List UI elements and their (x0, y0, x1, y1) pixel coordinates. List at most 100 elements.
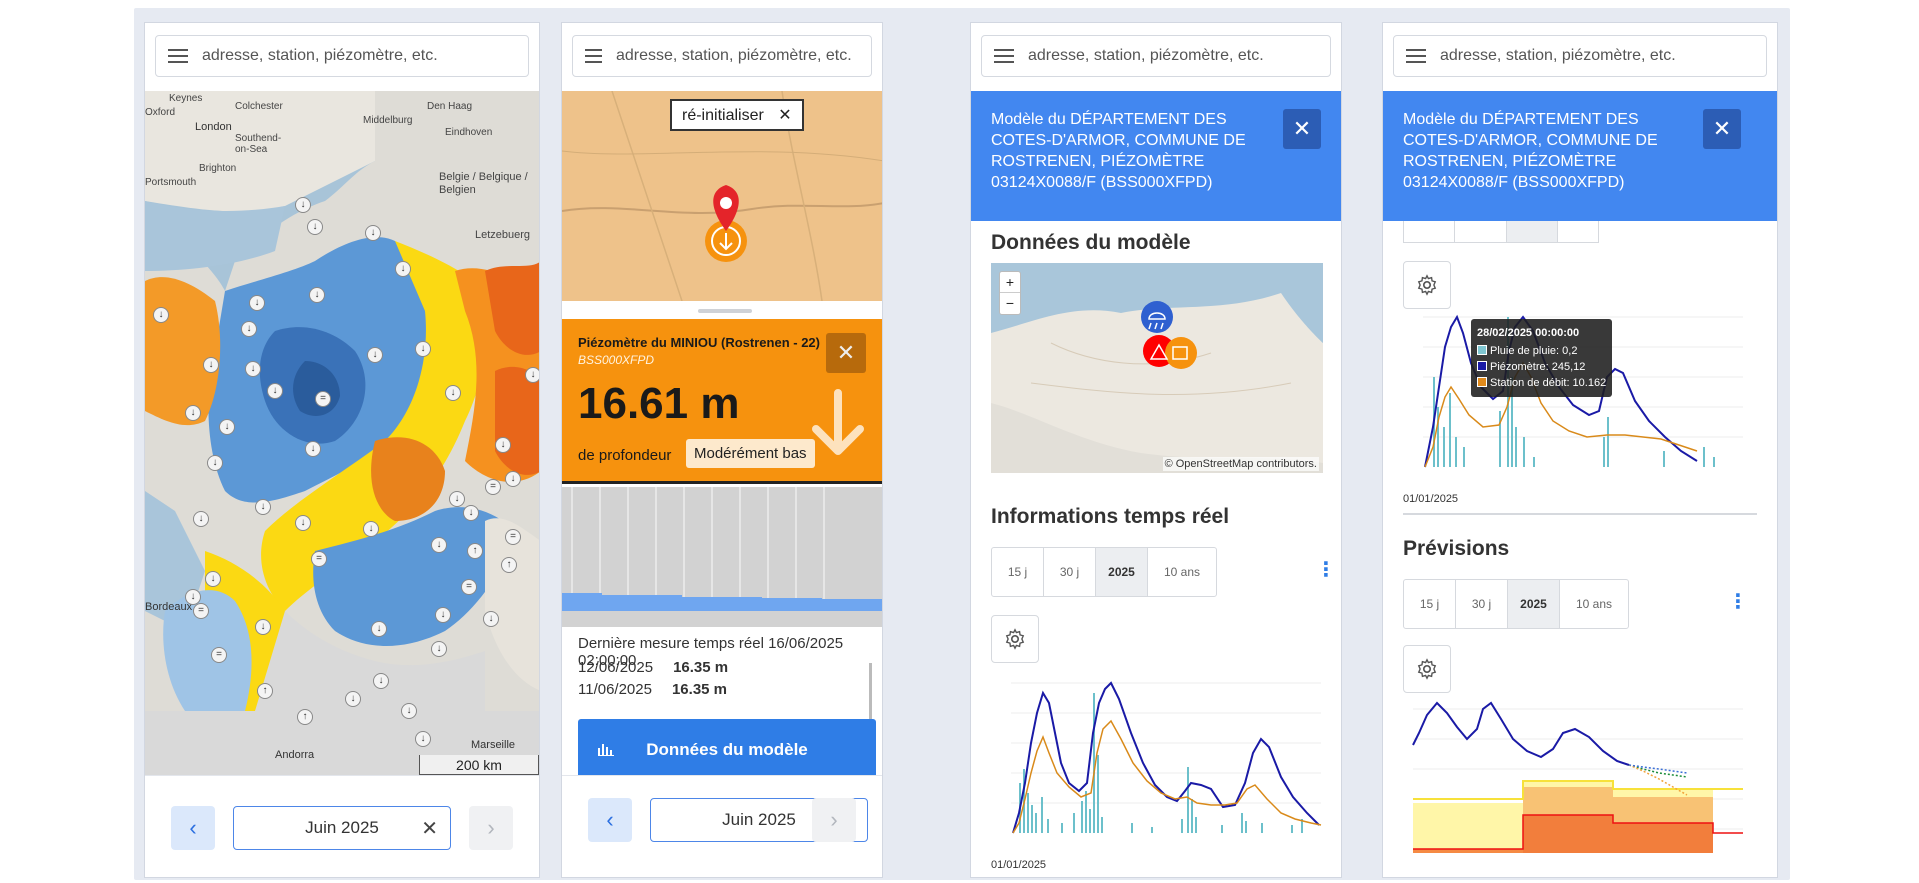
tooltip-row: Station de débit: 10.162 (1477, 375, 1606, 391)
range-15j[interactable]: 15 j (1404, 580, 1456, 628)
previous-month-button[interactable]: ‹ (171, 806, 215, 850)
more-options-icon[interactable]: ⋮ (1728, 589, 1748, 614)
station-marker[interactable]: ↓ (373, 673, 389, 689)
station-marker[interactable]: ↓ (401, 703, 417, 719)
station-marker[interactable]: ↓ (463, 505, 479, 521)
range-15j[interactable]: 15 j (992, 548, 1044, 596)
clear-icon[interactable]: ✕ (421, 816, 438, 841)
station-marker[interactable]: ↓ (305, 441, 321, 457)
station-marker[interactable]: ↓ (415, 731, 431, 747)
menu-icon[interactable] (994, 49, 1014, 63)
range-segment[interactable] (1404, 221, 1456, 242)
station-marker[interactable]: ↓ (363, 521, 379, 537)
station-marker[interactable]: ↓ (203, 357, 219, 373)
station-marker[interactable]: ↓ (371, 621, 387, 637)
search-input[interactable] (1440, 47, 1740, 65)
station-marker[interactable]: = (315, 391, 331, 407)
range-30j[interactable]: 30 j (1044, 548, 1096, 596)
close-button[interactable]: ✕ (1703, 109, 1741, 149)
month-selector[interactable]: Juin 2025 ✕ (233, 806, 451, 850)
station-marker[interactable]: ↓ (245, 361, 261, 377)
station-marker[interactable]: ↓ (483, 611, 499, 627)
station-marker[interactable]: ↓ (367, 347, 383, 363)
search-input[interactable] (202, 47, 502, 65)
range-2025[interactable]: 2025 (1096, 548, 1148, 596)
station-marker[interactable]: ↓ (295, 197, 311, 213)
model-data-button[interactable]: Données du modèle (578, 719, 876, 781)
station-marker[interactable]: ↓ (255, 499, 271, 515)
station-marker[interactable]: ↓ (193, 511, 209, 527)
station-marker[interactable]: ↓ (525, 367, 539, 383)
station-marker[interactable]: ↓ (449, 491, 465, 507)
menu-icon[interactable] (168, 49, 188, 63)
station-marker[interactable]: = (193, 603, 209, 619)
station-marker[interactable]: ↑ (257, 683, 273, 699)
range-10ans[interactable]: 10 ans (1560, 580, 1628, 628)
station-marker[interactable]: = (485, 479, 501, 495)
search-input[interactable] (1028, 47, 1328, 65)
station-marker[interactable]: = (461, 579, 477, 595)
menu-icon[interactable] (1406, 49, 1426, 63)
more-options-icon[interactable]: ⋮ (1316, 557, 1336, 582)
drag-handle[interactable] (698, 309, 752, 313)
search-bar[interactable] (572, 35, 872, 77)
station-marker[interactable]: ↓ (241, 321, 257, 337)
zoom-in-button[interactable]: + (1000, 272, 1020, 293)
range-segment[interactable] (1506, 221, 1559, 242)
gear-icon (1417, 274, 1437, 296)
station-marker[interactable]: ↓ (219, 419, 235, 435)
station-marker[interactable]: ↓ (255, 619, 271, 635)
station-marker[interactable]: ↓ (415, 341, 431, 357)
close-button[interactable]: ✕ (1283, 109, 1321, 149)
search-bar[interactable] (1393, 35, 1767, 77)
menu-icon[interactable] (585, 49, 602, 63)
reset-button[interactable]: ré-initialiser ✕ (670, 99, 804, 131)
station-marker[interactable]: ↓ (309, 287, 325, 303)
zoom-out-button[interactable]: − (1000, 293, 1020, 314)
station-marker[interactable]: = (211, 647, 227, 663)
chart-settings-button[interactable] (1403, 261, 1451, 309)
next-month-button[interactable]: › (469, 806, 513, 850)
range-2025[interactable]: 2025 (1508, 580, 1560, 628)
station-marker[interactable]: ↓ (445, 385, 461, 401)
chart-settings-button[interactable] (1403, 645, 1451, 693)
chart-settings-button[interactable] (991, 615, 1039, 663)
station-marker[interactable]: = (505, 529, 521, 545)
model-data-label: Données du modèle (646, 740, 808, 759)
previous-month-button[interactable]: ‹ (588, 798, 632, 842)
station-marker[interactable]: ↑ (297, 709, 313, 725)
station-marker[interactable]: ↓ (345, 691, 361, 707)
station-marker[interactable]: ↑ (467, 543, 483, 559)
station-marker[interactable]: ↓ (431, 537, 447, 553)
next-month-button[interactable]: › (812, 798, 856, 842)
station-marker[interactable]: = (311, 551, 327, 567)
station-map[interactable]: ré-initialiser ✕ (562, 91, 882, 301)
search-bar[interactable] (155, 35, 529, 77)
station-marker[interactable]: ↓ (431, 641, 447, 657)
france-map[interactable]: Keynes Colchester London Southend-on-Sea… (145, 91, 539, 777)
model-map[interactable]: + − © OpenStreetMap contributors. (991, 263, 1323, 473)
close-icon[interactable]: ✕ (778, 107, 791, 124)
station-marker[interactable]: ↓ (205, 571, 221, 587)
station-marker[interactable]: ↓ (185, 405, 201, 421)
station-marker[interactable]: ↓ (495, 437, 511, 453)
station-marker[interactable]: ↓ (249, 295, 265, 311)
range-segment[interactable] (1558, 221, 1598, 242)
station-marker[interactable]: ↓ (365, 225, 381, 241)
station-marker[interactable]: ↑ (501, 557, 517, 573)
range-10ans[interactable]: 10 ans (1148, 548, 1216, 596)
station-marker[interactable]: ↓ (207, 455, 223, 471)
close-button[interactable]: ✕ (826, 333, 866, 373)
station-marker[interactable]: ↓ (267, 383, 283, 399)
station-marker[interactable]: ↓ (295, 515, 311, 531)
search-input[interactable] (616, 47, 871, 65)
station-marker[interactable]: ↓ (505, 471, 521, 487)
station-marker[interactable]: ↓ (153, 307, 169, 323)
station-marker[interactable]: ↓ (395, 261, 411, 277)
station-marker[interactable]: ↓ (307, 219, 323, 235)
search-bar[interactable] (981, 35, 1331, 77)
station-marker[interactable]: ↓ (435, 607, 451, 623)
range-30j[interactable]: 30 j (1456, 580, 1508, 628)
scrollbar[interactable] (869, 663, 872, 723)
range-segment[interactable] (1455, 221, 1507, 242)
